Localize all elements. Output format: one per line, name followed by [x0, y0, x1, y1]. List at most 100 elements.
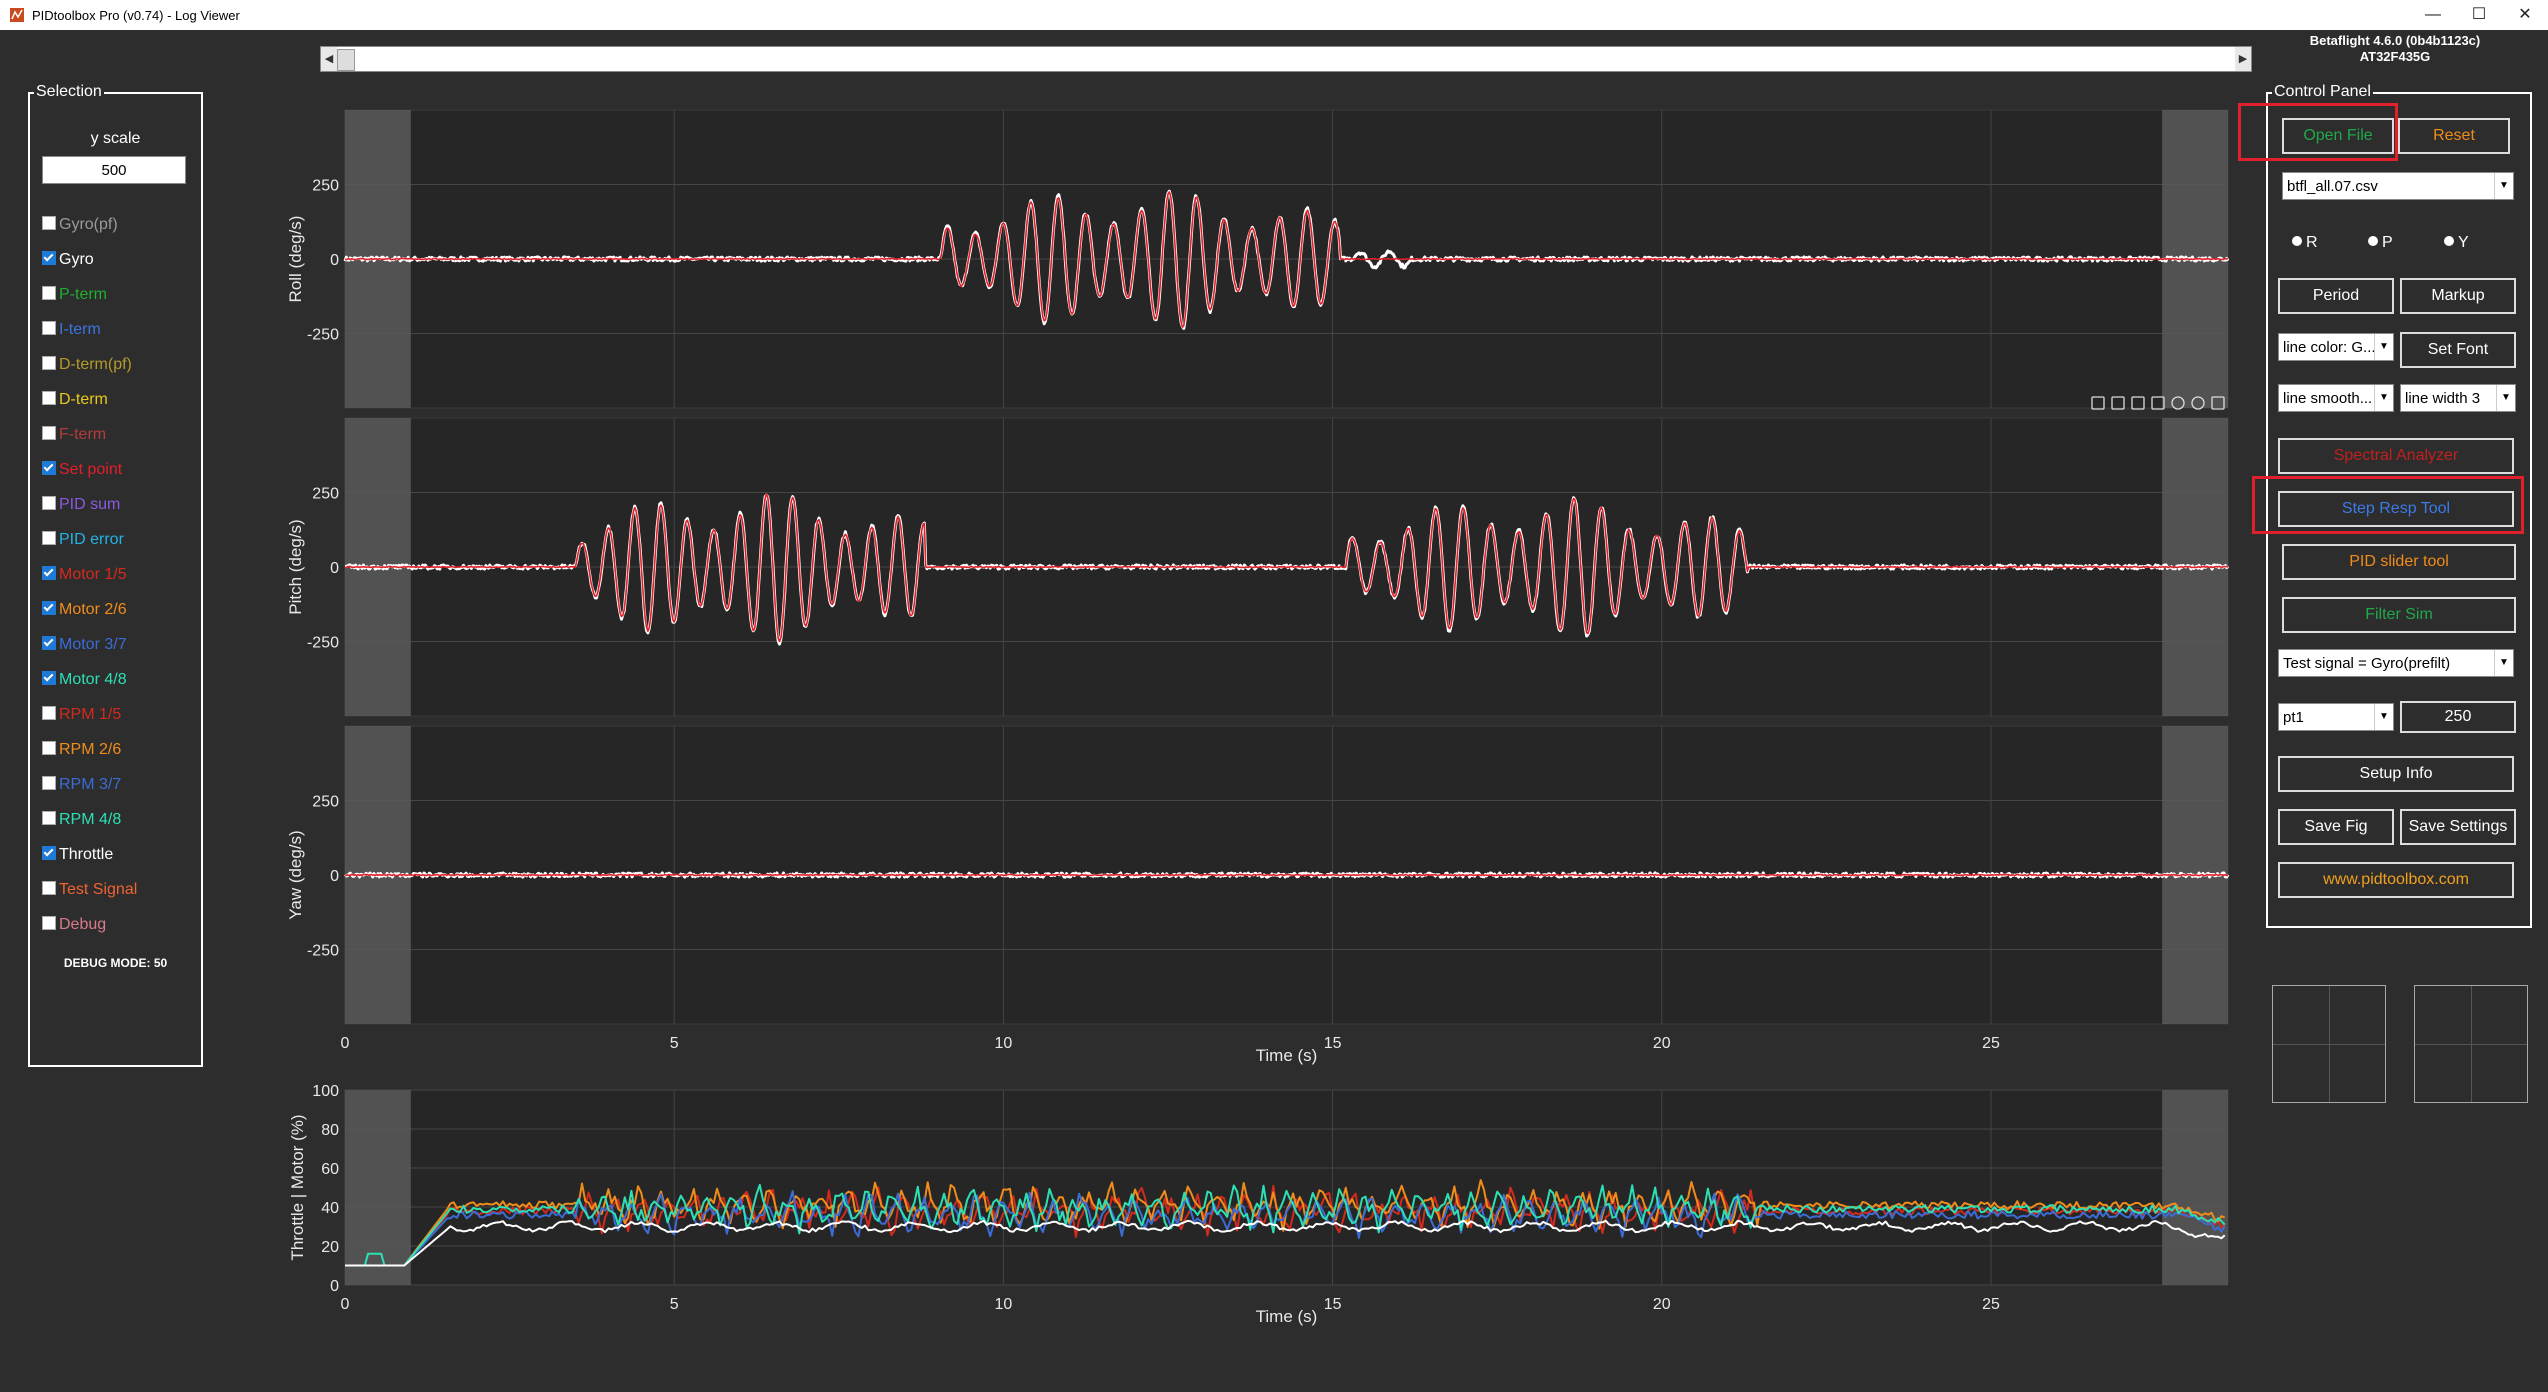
checkbox-checked-icon[interactable]: [42, 565, 56, 580]
checkbox-unchecked-icon[interactable]: [42, 530, 56, 545]
filter-type-select[interactable]: pt1 ▼: [2278, 703, 2394, 731]
signal-checkbox-label: Motor 3/7: [59, 636, 127, 653]
scroll-left-icon[interactable]: ◀: [321, 47, 337, 71]
checkbox-unchecked-icon[interactable]: [42, 705, 56, 720]
checkbox-unchecked-icon[interactable]: [42, 390, 56, 405]
radio-roll[interactable]: R: [2292, 234, 2318, 252]
test-signal-value: Test signal = Gyro(prefilt): [2283, 655, 2451, 672]
reset-button[interactable]: Reset: [2398, 118, 2510, 154]
file-select-value: btfl_all.07.csv: [2287, 178, 2378, 195]
x-tick-label: 15: [1324, 1035, 1342, 1052]
checkbox-checked-icon[interactable]: [42, 670, 56, 685]
spectral-analyzer-button[interactable]: Spectral Analyzer: [2278, 438, 2514, 474]
x-tick-label: 20: [1653, 1296, 1671, 1313]
signal-checkbox-label: P-term: [59, 286, 107, 303]
signal-checkbox-rpm-4-8[interactable]: RPM 4/8: [42, 810, 121, 833]
set-font-button[interactable]: Set Font: [2400, 332, 2516, 368]
signal-checkbox-motor-1-5[interactable]: Motor 1/5: [42, 565, 127, 588]
line-width-select[interactable]: line width 3 ▼: [2400, 384, 2516, 412]
save-fig-button[interactable]: Save Fig: [2278, 809, 2394, 845]
signal-checkbox-pid-error[interactable]: PID error: [42, 530, 124, 553]
signal-checkbox-label: Set point: [59, 461, 123, 478]
signal-checkbox-debug[interactable]: Debug: [42, 915, 106, 938]
maximize-button[interactable]: ☐: [2456, 0, 2502, 30]
checkbox-checked-icon[interactable]: [42, 600, 56, 615]
signal-checkbox-throttle[interactable]: Throttle: [42, 845, 113, 868]
save-settings-button[interactable]: Save Settings: [2400, 809, 2516, 845]
filter-type-value: pt1: [2283, 709, 2304, 726]
close-button[interactable]: ✕: [2502, 0, 2548, 30]
signal-checkbox-d-term[interactable]: D-term: [42, 390, 108, 413]
checkbox-unchecked-icon[interactable]: [42, 775, 56, 790]
signal-checkbox-motor-2-6[interactable]: Motor 2/6: [42, 600, 127, 623]
signal-checkbox-label: PID error: [59, 531, 124, 548]
step-resp-highlight: [2252, 476, 2524, 534]
signal-checkbox-label: RPM 1/5: [59, 706, 122, 723]
signal-checkbox-label: I-term: [59, 321, 101, 338]
chart-panel-3: 100 80 60 40 20 0 Throttle | Motor (%) 0 5 10 15 20…: [288, 1083, 2229, 1326]
checkbox-unchecked-icon[interactable]: [42, 215, 56, 230]
test-signal-select[interactable]: Test signal = Gyro(prefilt) ▼: [2278, 649, 2514, 677]
signal-checkbox-set-point[interactable]: Set point: [42, 460, 123, 483]
debug-mode-label: DEBUG MODE: 50: [63, 956, 168, 970]
checkbox-checked-icon[interactable]: [42, 635, 56, 650]
signal-checkbox-motor-4-8[interactable]: Motor 4/8: [42, 670, 127, 693]
setup-info-button[interactable]: Setup Info: [2278, 756, 2514, 792]
checkbox-unchecked-icon[interactable]: [42, 915, 56, 930]
checkbox-checked-icon[interactable]: [42, 845, 56, 860]
x-axis-label: Time (s): [1256, 1046, 1318, 1065]
signal-checkbox-d-term-pf-[interactable]: D-term(pf): [42, 355, 132, 378]
checkbox-unchecked-icon[interactable]: [42, 495, 56, 510]
filter-cutoff-input[interactable]: 250: [2400, 701, 2516, 733]
time-scrollbar[interactable]: ◀ ▶: [320, 46, 2252, 72]
yscale-input[interactable]: 500: [42, 156, 186, 184]
radio-yaw[interactable]: Y: [2444, 234, 2469, 252]
y-tick-label: -250: [307, 943, 339, 960]
line-width-value: line width 3: [2405, 390, 2481, 407]
y-tick-label: -250: [307, 327, 339, 344]
checkbox-unchecked-icon[interactable]: [42, 285, 56, 300]
checkbox-checked-icon[interactable]: [42, 250, 56, 265]
radio-pitch[interactable]: P: [2368, 234, 2393, 252]
signal-checkbox-label: Motor 4/8: [59, 671, 127, 688]
signal-checkbox-f-term[interactable]: F-term: [42, 425, 106, 448]
pid-slider-tool-button[interactable]: PID slider tool: [2282, 544, 2516, 580]
signal-checkbox-pid-sum[interactable]: PID sum: [42, 495, 121, 518]
signal-checkbox-rpm-2-6[interactable]: RPM 2/6: [42, 740, 121, 763]
signal-checkbox-rpm-1-5[interactable]: RPM 1/5: [42, 705, 122, 728]
chart-panel-1: 250 0 -250 Pitch (deg/s): [286, 417, 2230, 717]
period-button[interactable]: Period: [2278, 278, 2394, 314]
firmware-version: Betaflight 4.6.0 (0b4b1123c): [2309, 33, 2481, 48]
checkbox-unchecked-icon[interactable]: [42, 355, 56, 370]
checkbox-unchecked-icon[interactable]: [42, 740, 56, 755]
signal-checkbox-gyro-pf-[interactable]: Gyro(pf): [42, 215, 118, 238]
line-smooth-select[interactable]: line smooth... ▼: [2278, 384, 2394, 412]
checkbox-unchecked-icon[interactable]: [42, 425, 56, 440]
signal-checkbox-test-signal[interactable]: Test Signal: [42, 880, 137, 903]
radio-dot-icon: [2444, 235, 2454, 246]
markup-button[interactable]: Markup: [2400, 278, 2516, 314]
checkbox-unchecked-icon[interactable]: [42, 880, 56, 895]
radio-dot-icon: [2368, 235, 2378, 246]
checkbox-unchecked-icon[interactable]: [42, 810, 56, 825]
file-select[interactable]: btfl_all.07.csv ▼: [2282, 172, 2514, 200]
signal-checkbox-p-term[interactable]: P-term: [42, 285, 107, 308]
chevron-down-icon: ▼: [2494, 173, 2513, 199]
signal-checkbox-i-term[interactable]: I-term: [42, 320, 101, 343]
line-color-select[interactable]: line color: G... ▼: [2278, 333, 2394, 361]
signal-checkbox-gyro[interactable]: Gyro: [42, 250, 94, 273]
line-color-value: line color: G...: [2283, 339, 2376, 356]
y-tick-label: 250: [312, 794, 339, 811]
signal-checkbox-rpm-3-7[interactable]: RPM 3/7: [42, 775, 121, 798]
scroll-thumb[interactable]: [337, 49, 355, 71]
signal-checkbox-motor-3-7[interactable]: Motor 3/7: [42, 635, 127, 658]
y-tick-label: 100: [312, 1083, 339, 1100]
minimize-button[interactable]: —: [2410, 0, 2456, 30]
website-link[interactable]: www.pidtoolbox.com: [2278, 862, 2514, 898]
signal-checkbox-label: PID sum: [59, 496, 121, 513]
y-axis-label: Pitch (deg/s): [286, 519, 305, 614]
checkbox-checked-icon[interactable]: [42, 460, 56, 475]
filter-sim-button[interactable]: Filter Sim: [2282, 597, 2516, 633]
x-tick-label: 5: [670, 1296, 679, 1313]
checkbox-unchecked-icon[interactable]: [42, 320, 56, 335]
